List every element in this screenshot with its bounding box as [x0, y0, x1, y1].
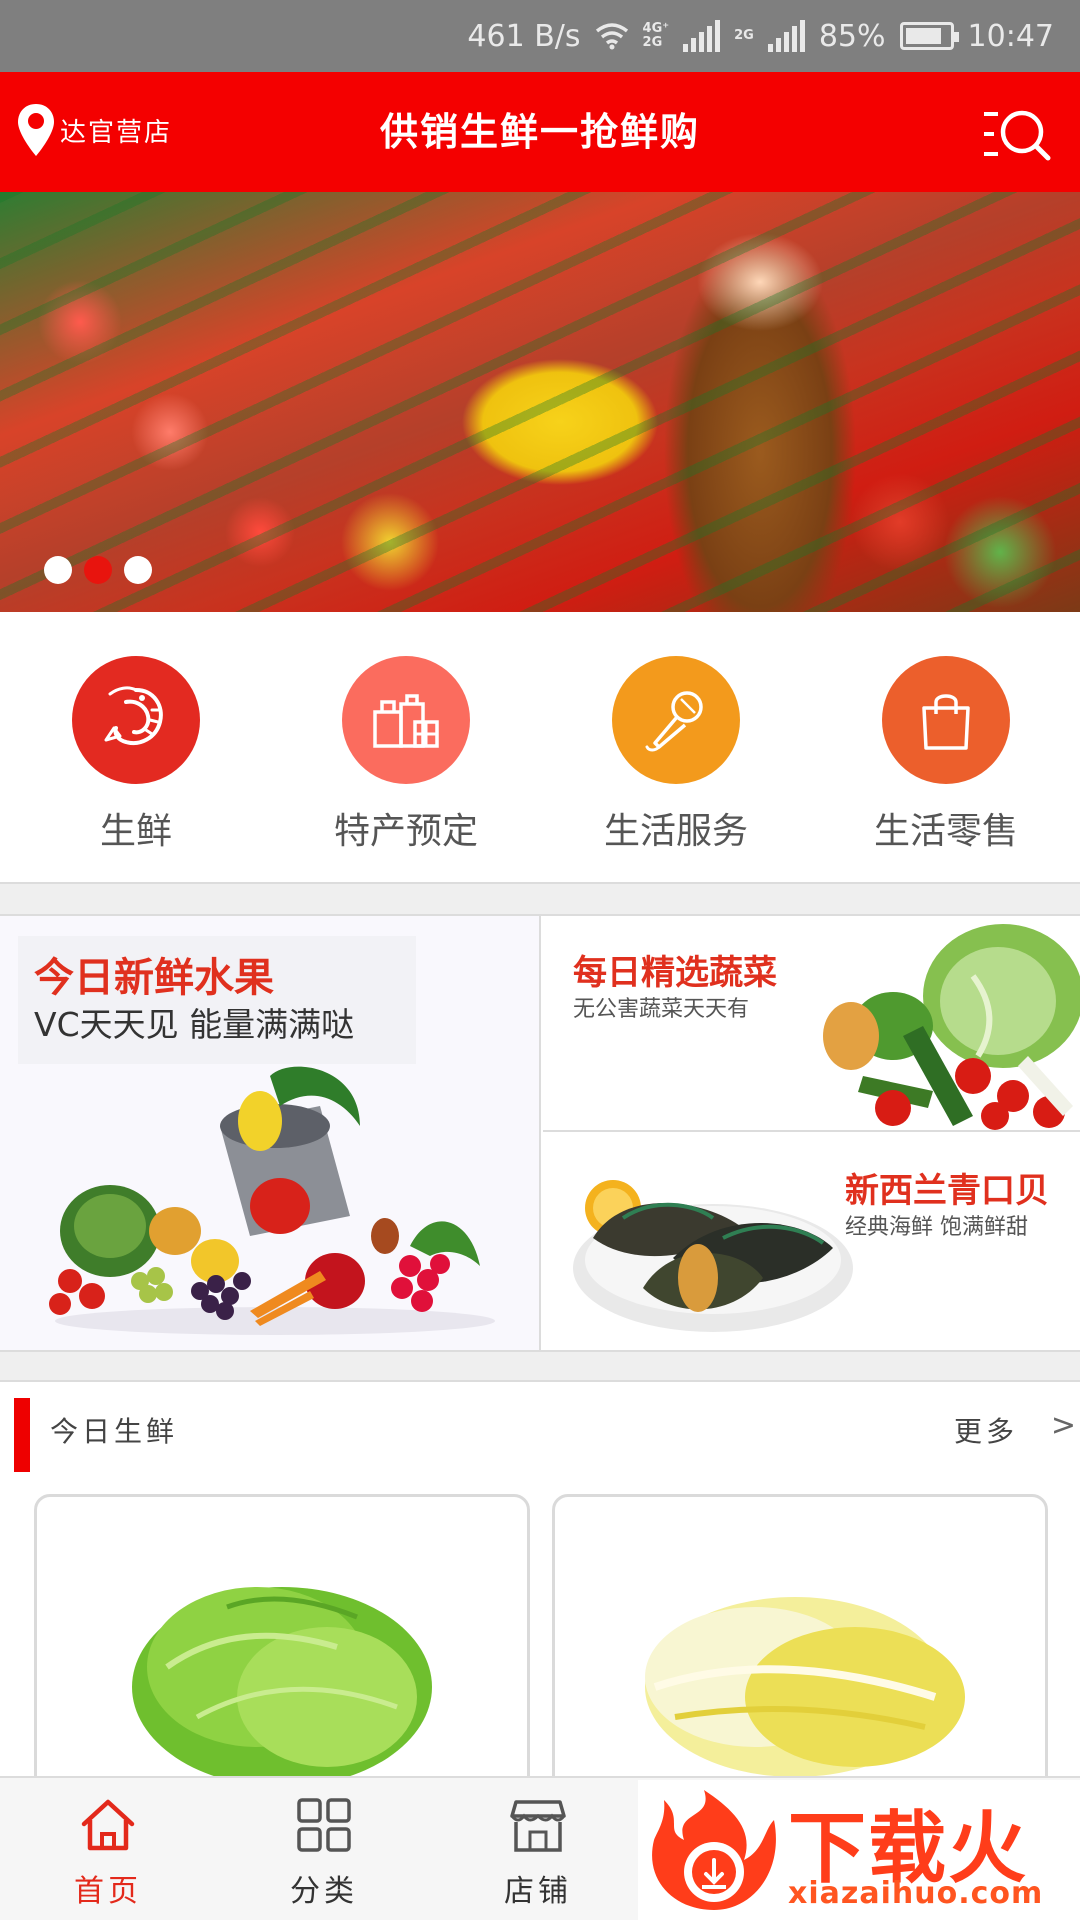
lettuce-image	[132, 1587, 432, 1787]
tab-store[interactable]: 店铺	[468, 1796, 608, 1910]
category-life-retail[interactable]: 生活零售	[846, 656, 1046, 854]
category-icon-circle	[612, 656, 740, 784]
category-icon-circle	[882, 656, 1010, 784]
category-label: 生鲜	[99, 811, 172, 852]
status-indicators: 461 B/s 4G⁺ 2G 2G 85% 10:47	[467, 0, 1054, 72]
grid-icon	[297, 1798, 351, 1852]
tab-label: 分类	[290, 1874, 358, 1909]
product-card[interactable]	[552, 1494, 1048, 1794]
status-bar: 461 B/s 4G⁺ 2G 2G 85% 10:47	[0, 0, 1080, 72]
network-speed: 461 B/s	[467, 18, 581, 54]
network-type-label: 4G⁺ 2G	[642, 21, 670, 50]
promo-fruit-card[interactable]: 今日新鲜水果 VC天天见 能量满满哒	[0, 916, 541, 1350]
promo-mussels-text: 新西兰青口贝 经典海鲜 饱满鲜甜	[845, 1170, 1049, 1244]
tab-category[interactable]: 分类	[254, 1796, 394, 1910]
category-label: 生活零售	[873, 811, 1018, 852]
banner-image	[0, 192, 1080, 612]
tab-label: 首页	[74, 1874, 142, 1909]
tab-label: 店铺	[504, 1874, 572, 1909]
clock: 10:47	[967, 18, 1054, 54]
category-label: 生活服务	[603, 811, 748, 852]
category-label: 特产预定	[333, 811, 478, 852]
category-fresh[interactable]: 生鲜	[36, 656, 236, 854]
category-specialty-order[interactable]: 特产预定	[306, 656, 506, 854]
promo-vegetables-title: 每日精选蔬菜	[573, 953, 777, 993]
location-pin-icon	[18, 104, 54, 156]
promo-mussels-subtitle: 经典海鲜 饱满鲜甜	[845, 1215, 1028, 1240]
shopping-bags-icon	[373, 694, 439, 748]
banner-indicator	[44, 556, 152, 584]
signal-icon-2	[767, 20, 805, 52]
battery-icon	[899, 22, 959, 50]
section-accent-bar	[14, 1398, 30, 1472]
tab-home[interactable]: 首页	[38, 1796, 178, 1910]
category-icon-circle	[72, 656, 200, 784]
home-icon	[81, 1799, 135, 1851]
promo-vegetables-card[interactable]: 每日精选蔬菜 无公害蔬菜天天有	[543, 916, 1080, 1132]
chevron-right-icon[interactable]: >	[1051, 1408, 1076, 1443]
mussels-image	[573, 1180, 853, 1332]
category-row: 生鲜 特产预定 生活服务 生活零售	[0, 612, 1080, 882]
search-menu-icon[interactable]	[982, 108, 1052, 162]
store-location-button[interactable]: 达官营店	[16, 102, 172, 158]
promo-mussels-card[interactable]: 新西兰青口贝 经典海鲜 饱满鲜甜	[543, 1134, 1080, 1350]
section-title: 今日生鲜	[50, 1415, 179, 1448]
promo-fruit-textbox: 今日新鲜水果 VC天天见 能量满满哒	[18, 936, 416, 1064]
promo-vegetables-subtitle: 无公害蔬菜天天有	[573, 997, 750, 1022]
vegetables-image	[823, 924, 1080, 1130]
watermark-url: xiazaihuo.com	[788, 1876, 1044, 1911]
shrimp-icon	[104, 686, 163, 745]
promo-grid: 今日新鲜水果 VC天天见 能量满满哒 每日精选蔬菜 无公害蔬菜天天有 新西兰青口…	[0, 916, 1080, 1350]
battery-percent: 85%	[818, 18, 886, 54]
more-link[interactable]: 更多	[954, 1410, 1018, 1450]
promo-mussels-title: 新西兰青口贝	[845, 1171, 1049, 1211]
fruit-basket-image	[49, 1066, 495, 1335]
flame-logo-icon	[652, 1790, 776, 1910]
wifi-icon	[595, 23, 628, 50]
today-fresh-section-header: 今日生鲜 更多 >	[0, 1382, 1080, 1472]
promo-fruit-subtitle: VC天天见 能量满满哒	[34, 1005, 355, 1044]
microphone-icon	[645, 691, 703, 752]
banner-dot[interactable]	[84, 556, 112, 584]
banner-dot[interactable]	[124, 556, 152, 584]
promo-vegetables-text: 每日精选蔬菜 无公害蔬菜天天有	[573, 952, 777, 1026]
promo-banner[interactable]	[0, 192, 1080, 612]
banner-dot[interactable]	[44, 556, 72, 584]
category-icon-circle	[342, 656, 470, 784]
store-icon	[510, 1800, 566, 1852]
category-life-service[interactable]: 生活服务	[576, 656, 776, 854]
shopping-bag-icon	[922, 694, 970, 750]
section-divider	[0, 1350, 1080, 1382]
signal-icon	[683, 20, 721, 52]
chinese-cabbage-image	[645, 1597, 965, 1777]
section-divider	[0, 882, 1080, 916]
store-location-label: 达官营店	[60, 117, 173, 148]
promo-fruit-title: 今日新鲜水果	[34, 955, 274, 1001]
app-header: 供销生鲜一抢鲜购 达官营店	[0, 72, 1080, 192]
watermark-overlay: 下载火 xiazaihuo.com	[638, 1780, 1080, 1920]
product-card[interactable]	[34, 1494, 530, 1794]
network-type-label-2: 2G	[734, 28, 754, 43]
